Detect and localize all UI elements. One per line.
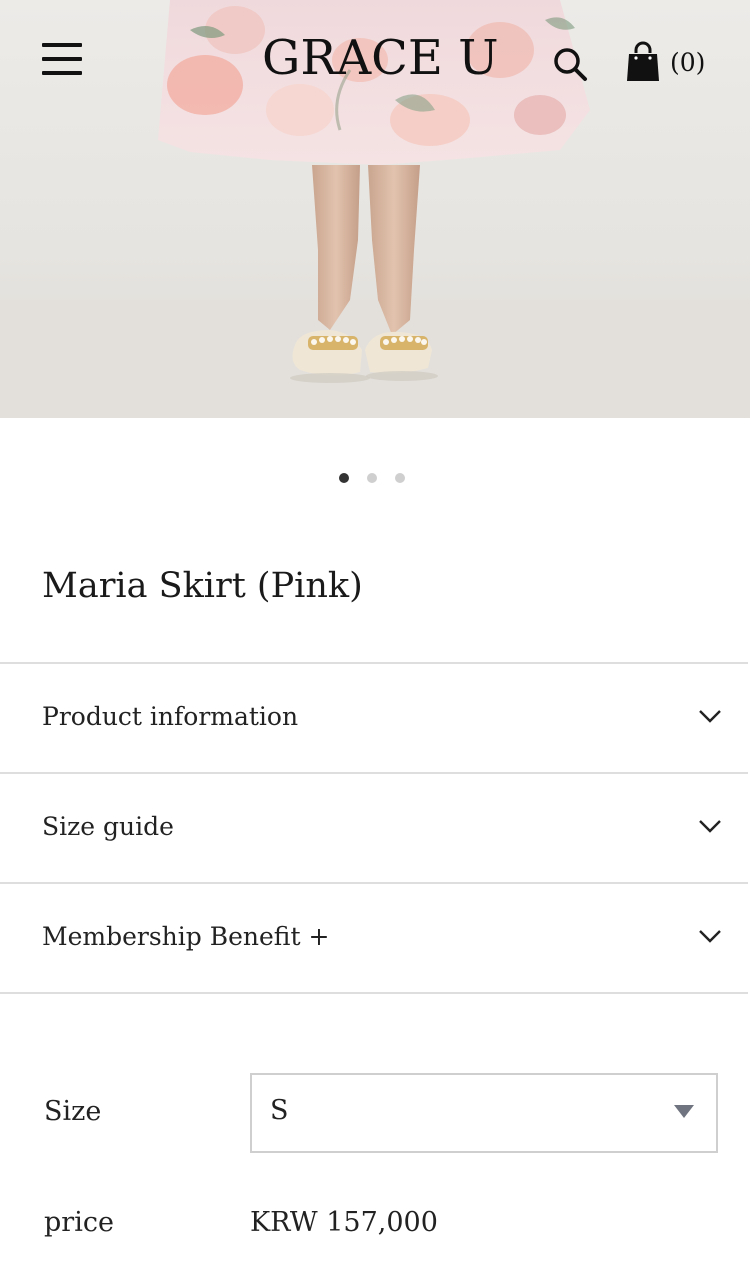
chevron-down-icon [699,710,721,723]
accordion-label: Membership Benefit + [42,922,330,951]
size-label: Size [44,1096,102,1127]
hamburger-menu-icon[interactable] [42,42,84,78]
size-selected-value: S [270,1095,289,1126]
accordion-label: Size guide [42,812,174,841]
product-accordion: Product information Size guide Membershi… [0,662,748,994]
chevron-down-icon [699,820,721,833]
menu-bar-bottom [42,71,82,75]
accordion-size-guide[interactable]: Size guide [0,772,748,882]
carousel-pagination [339,473,405,483]
brand-logo[interactable]: GRACE U [262,30,499,86]
price-label: price [44,1207,114,1238]
product-title: Maria Skirt (Pink) [42,566,363,606]
caret-down-icon [674,1105,694,1118]
size-select[interactable]: S [250,1073,718,1153]
search-icon[interactable] [552,46,590,84]
chevron-down-icon [699,930,721,943]
search-icon-graphic [554,48,587,81]
accordion-label: Product information [42,702,299,731]
cart-count: (0) [670,47,706,77]
cart-button[interactable]: (0) [626,40,705,84]
carousel-dot-3[interactable] [395,473,405,483]
menu-bar-middle [42,57,82,61]
site-header: GRACE U (0) [0,0,750,130]
accordion-product-information[interactable]: Product information [0,662,748,772]
price-value: KRW 157,000 [250,1207,438,1238]
accordion-membership-benefit[interactable]: Membership Benefit + [0,882,748,994]
carousel-dot-2[interactable] [367,473,377,483]
menu-bar-top [42,43,82,47]
shopping-bag-icon [627,41,659,81]
carousel-dot-1[interactable] [339,473,349,483]
